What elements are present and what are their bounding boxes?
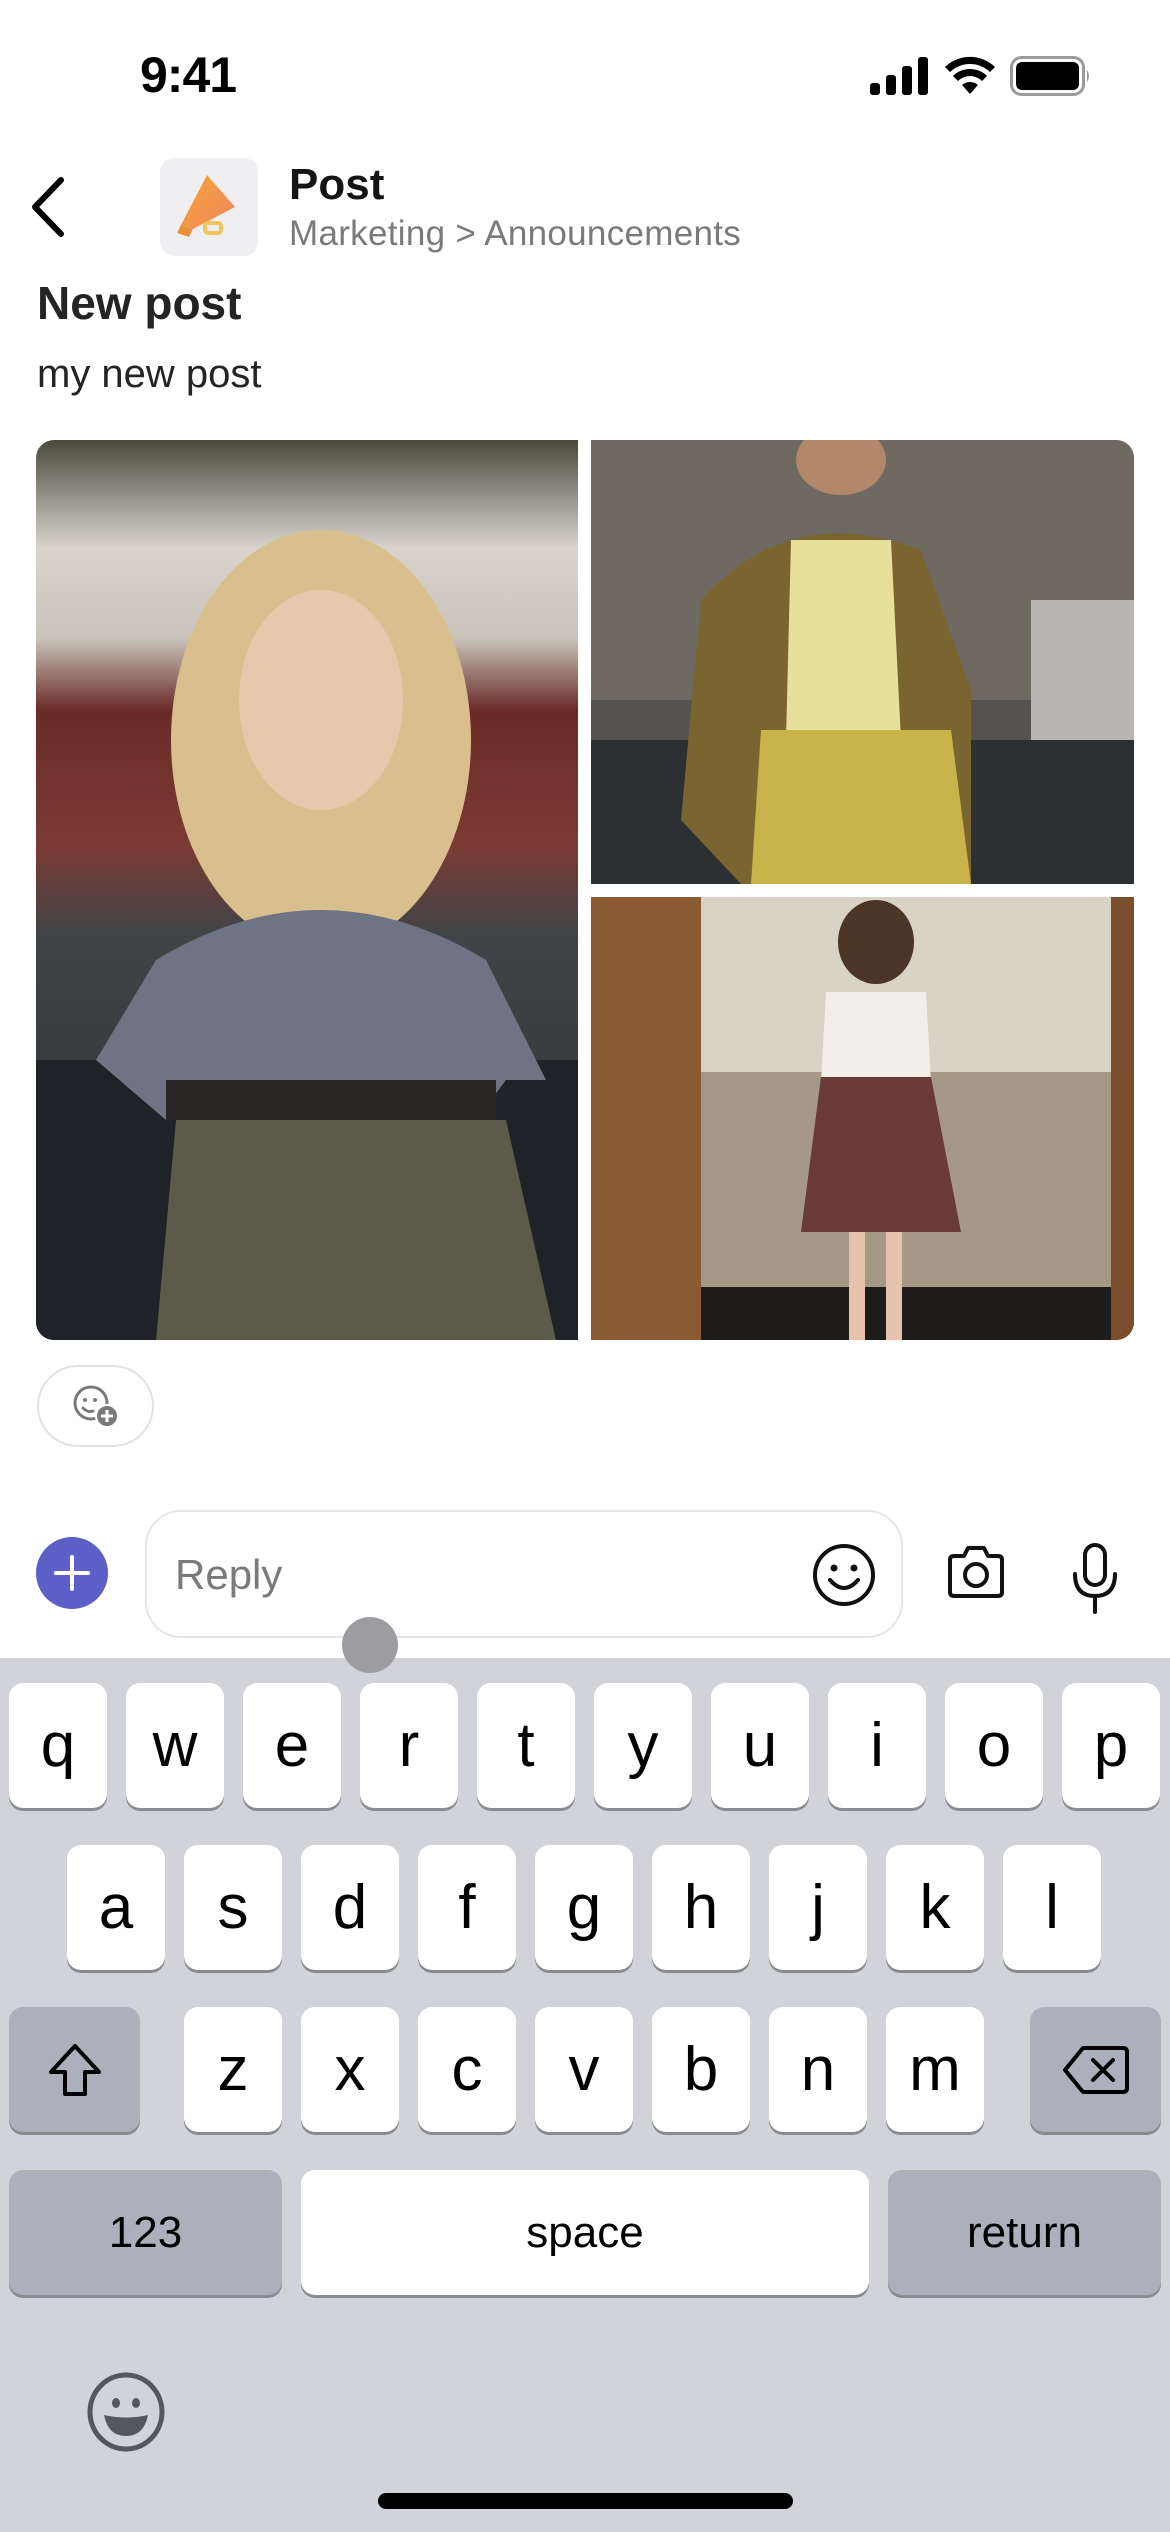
reply-input[interactable] [175, 1540, 775, 1610]
shift-icon [48, 2043, 101, 2096]
header-title: Post [289, 160, 385, 209]
post-body: my new post [37, 352, 262, 396]
key-a[interactable]: a [67, 1845, 165, 1970]
photo-placeholder [591, 897, 1134, 1340]
shift-key[interactable] [9, 2007, 140, 2132]
backspace-key[interactable] [1030, 2007, 1161, 2132]
wifi-icon [945, 56, 995, 94]
channel-avatar[interactable] [160, 158, 258, 256]
key-g[interactable]: g [535, 1845, 633, 1970]
megaphone-icon [177, 175, 235, 237]
key-t[interactable]: t [477, 1683, 575, 1808]
numbers-key[interactable]: 123 [9, 2170, 282, 2295]
key-w[interactable]: w [126, 1683, 224, 1808]
key-s[interactable]: s [184, 1845, 282, 1970]
cellular-signal-icon [870, 57, 928, 95]
add-attachment-button[interactable] [36, 1537, 108, 1609]
key-l[interactable]: l [1003, 1845, 1101, 1970]
battery-icon [1010, 56, 1089, 96]
plus-icon [54, 1555, 90, 1591]
post-image-3[interactable] [591, 897, 1134, 1340]
key-b[interactable]: b [652, 2007, 750, 2132]
status-icons [870, 56, 1092, 96]
key-u[interactable]: u [711, 1683, 809, 1808]
photo-placeholder [36, 440, 578, 1340]
emoji-button[interactable] [811, 1542, 877, 1608]
add-reaction-icon [73, 1385, 119, 1428]
emoji-keyboard-icon [87, 2372, 165, 2452]
key-m[interactable]: m [886, 2007, 984, 2132]
key-r[interactable]: r [360, 1683, 458, 1808]
key-n[interactable]: n [769, 2007, 867, 2132]
status-time: 9:41 [140, 47, 237, 103]
breadcrumb[interactable]: Marketing > Announcements [289, 214, 741, 254]
key-j[interactable]: j [769, 1845, 867, 1970]
post-image-2[interactable] [591, 440, 1134, 884]
home-indicator[interactable] [378, 2493, 793, 2509]
key-e[interactable]: e [243, 1683, 341, 1808]
return-key[interactable]: return [888, 2170, 1161, 2295]
key-f[interactable]: f [418, 1845, 516, 1970]
keyboard: q w e r t y u i o p a s d f g h j k l z … [0, 1658, 1170, 2532]
camera-icon [948, 1546, 1004, 1598]
key-v[interactable]: v [535, 2007, 633, 2132]
chevron-left-icon [32, 177, 64, 237]
key-h[interactable]: h [652, 1845, 750, 1970]
post-image-1[interactable] [36, 440, 578, 1340]
text-cursor-handle[interactable] [342, 1617, 398, 1673]
key-z[interactable]: z [184, 2007, 282, 2132]
key-i[interactable]: i [828, 1683, 926, 1808]
smiley-icon [813, 1544, 875, 1606]
photo-placeholder [591, 440, 1134, 884]
microphone-button[interactable] [1070, 1542, 1120, 1614]
key-d[interactable]: d [301, 1845, 399, 1970]
key-q[interactable]: q [9, 1683, 107, 1808]
camera-button[interactable] [944, 1540, 1008, 1606]
key-y[interactable]: y [594, 1683, 692, 1808]
key-c[interactable]: c [418, 2007, 516, 2132]
space-key[interactable]: space [301, 2170, 869, 2295]
add-reaction-button[interactable] [37, 1365, 154, 1447]
back-button[interactable] [22, 172, 72, 242]
key-x[interactable]: x [301, 2007, 399, 2132]
emoji-keyboard-button[interactable] [86, 2372, 166, 2452]
post-title: New post [37, 277, 242, 329]
key-p[interactable]: p [1062, 1683, 1160, 1808]
reply-field-container[interactable] [145, 1510, 903, 1638]
backspace-icon [1062, 2045, 1129, 2094]
key-o[interactable]: o [945, 1683, 1043, 1808]
microphone-icon [1073, 1543, 1117, 1614]
key-k[interactable]: k [886, 1845, 984, 1970]
